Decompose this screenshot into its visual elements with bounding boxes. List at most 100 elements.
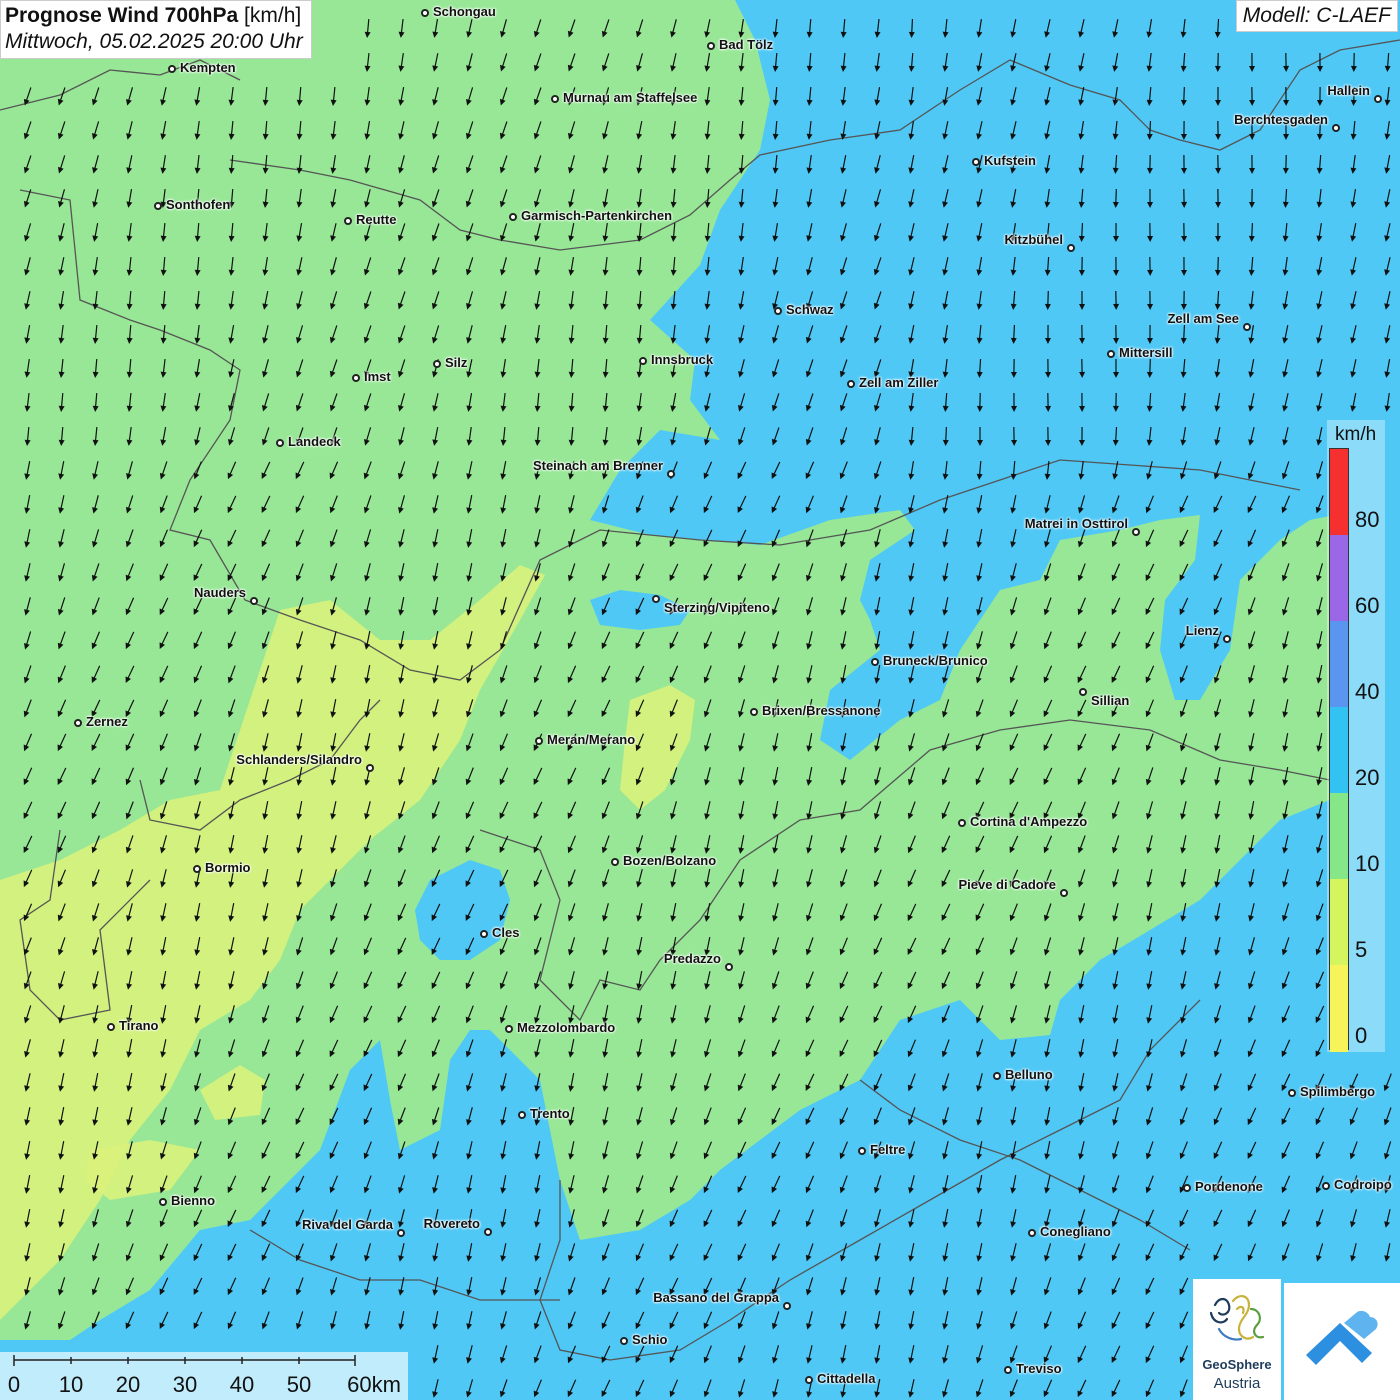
city-marker[interactable] — [858, 1147, 866, 1155]
city-marker[interactable] — [1223, 635, 1231, 643]
city-marker[interactable] — [993, 1072, 1001, 1080]
city-marker[interactable] — [847, 380, 855, 388]
wind-forecast-map: Prognose Wind 700hPa [km/h] Mittwoch, 05… — [0, 0, 1400, 1400]
city-label: Bozen/Bolzano — [623, 853, 717, 868]
city-marker[interactable] — [750, 708, 758, 716]
city-label: Pieve di Cadore — [958, 877, 1056, 892]
city-label: Sillian — [1091, 693, 1130, 708]
city-label: Mezzolombardo — [517, 1020, 616, 1035]
city-marker[interactable] — [667, 470, 675, 478]
city-marker[interactable] — [193, 865, 201, 873]
city-label: Kempten — [180, 60, 236, 75]
city-label: Predazzo — [663, 951, 721, 966]
city-label: Bienno — [171, 1193, 216, 1208]
city-marker[interactable] — [551, 95, 559, 103]
city-marker[interactable] — [707, 42, 715, 50]
city-marker[interactable] — [1067, 244, 1075, 252]
mountain-cloud-icon — [1306, 1310, 1378, 1365]
city-label: Schio — [632, 1332, 668, 1347]
city-marker[interactable] — [1322, 1182, 1330, 1190]
city-marker[interactable] — [484, 1228, 492, 1236]
city-label: Conegliano — [1040, 1224, 1111, 1239]
city-label: Tirano — [119, 1018, 159, 1033]
city-marker[interactable] — [805, 1376, 813, 1384]
city-label: Bad Tölz — [719, 37, 774, 52]
legend-label: 20 — [1355, 765, 1380, 790]
city-marker[interactable] — [1243, 323, 1251, 331]
city-label: Matrei in Osttirol — [1024, 516, 1128, 531]
scale-label: 0 — [7, 1372, 21, 1397]
legend-label: 5 — [1355, 937, 1368, 962]
app-logo[interactable] — [1284, 1283, 1400, 1400]
city-marker[interactable] — [509, 213, 517, 221]
city-marker[interactable] — [505, 1025, 513, 1033]
city-marker[interactable] — [652, 595, 660, 603]
city-marker[interactable] — [1132, 528, 1140, 536]
scale-label: 40 — [229, 1372, 255, 1397]
city-marker[interactable] — [107, 1023, 115, 1031]
geosphere-subtitle: Austria — [1213, 1375, 1261, 1392]
city-label: Schongau — [433, 4, 496, 19]
city-marker[interactable] — [783, 1302, 791, 1310]
geosphere-logo[interactable]: GeoSphere Austria — [1193, 1279, 1281, 1400]
city-marker[interactable] — [344, 217, 352, 225]
city-label: Steinach am Brenner — [532, 458, 663, 473]
city-marker[interactable] — [421, 9, 429, 17]
city-marker[interactable] — [74, 719, 82, 727]
scale-label: 10 — [58, 1372, 84, 1397]
city-label: Codroipo — [1334, 1177, 1392, 1192]
city-marker[interactable] — [250, 597, 258, 605]
city-label: Murnau am Staffelsee — [563, 90, 698, 105]
city-marker[interactable] — [611, 858, 619, 866]
city-marker[interactable] — [366, 764, 374, 772]
city-marker[interactable] — [871, 658, 879, 666]
map-title-box: Prognose Wind 700hPa [km/h] Mittwoch, 05… — [0, 0, 312, 59]
city-marker[interactable] — [535, 737, 543, 745]
city-label: Treviso — [1016, 1361, 1062, 1376]
city-marker[interactable] — [276, 439, 284, 447]
city-marker[interactable] — [159, 1198, 167, 1206]
city-marker[interactable] — [433, 360, 441, 368]
scale-bar: 0 10 20 30 40 50 60km — [0, 1352, 408, 1400]
city-label: Bassano del Grappa — [653, 1290, 779, 1305]
city-label: Belluno — [1005, 1067, 1053, 1082]
city-label: Sterzing/Vipiteno — [664, 600, 770, 615]
city-label: Cittadella — [817, 1371, 876, 1386]
city-label: Bruneck/Brunico — [883, 653, 988, 668]
city-label: Innsbruck — [651, 352, 714, 367]
city-marker[interactable] — [774, 307, 782, 315]
legend-segment — [1330, 879, 1348, 966]
city-marker[interactable] — [620, 1337, 628, 1345]
city-marker[interactable] — [1079, 688, 1087, 696]
city-label: Garmisch-Partenkirchen — [521, 208, 673, 223]
city-label: Lienz — [1185, 623, 1219, 638]
city-marker[interactable] — [1288, 1089, 1296, 1097]
city-label: Cles — [492, 925, 520, 940]
city-marker[interactable] — [1107, 350, 1115, 358]
city-label: Bormio — [205, 860, 251, 875]
city-marker[interactable] — [518, 1111, 526, 1119]
city-marker[interactable] — [1004, 1366, 1012, 1374]
city-marker[interactable] — [725, 963, 733, 971]
city-marker[interactable] — [1028, 1229, 1036, 1237]
city-marker[interactable] — [480, 930, 488, 938]
city-label: Trento — [530, 1106, 570, 1121]
city-marker[interactable] — [1060, 889, 1068, 897]
legend-segment — [1330, 793, 1348, 880]
city-label: Reutte — [356, 212, 397, 227]
city-marker[interactable] — [972, 158, 980, 166]
city-marker[interactable] — [154, 202, 162, 210]
city-marker[interactable] — [639, 357, 647, 365]
model-label: Modell: C-LAEF — [1235, 0, 1398, 32]
city-label: Pordenone — [1195, 1179, 1263, 1194]
city-label: Kufstein — [984, 153, 1036, 168]
city-marker[interactable] — [168, 65, 176, 73]
legend-label: 80 — [1355, 507, 1380, 532]
geosphere-name: GeoSphere — [1202, 1357, 1272, 1372]
city-marker[interactable] — [352, 374, 360, 382]
city-marker[interactable] — [397, 1229, 405, 1237]
city-marker[interactable] — [958, 819, 966, 827]
city-marker[interactable] — [1332, 124, 1340, 132]
city-marker[interactable] — [1374, 95, 1382, 103]
city-marker[interactable] — [1183, 1184, 1191, 1192]
